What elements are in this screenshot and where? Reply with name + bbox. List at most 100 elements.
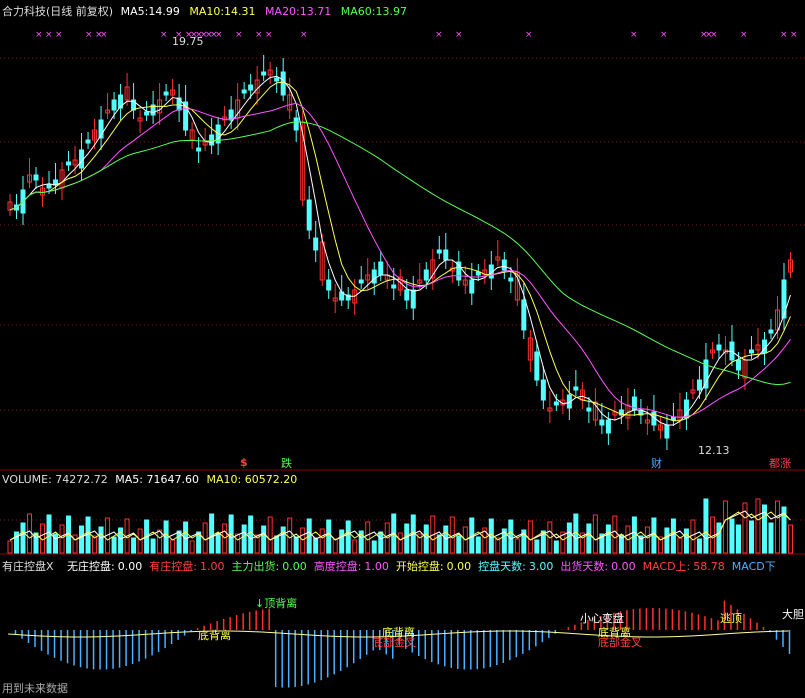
event-x-marker: × bbox=[710, 30, 718, 40]
candle bbox=[410, 289, 416, 309]
volume-ma5-value: 71647.60 bbox=[146, 473, 200, 486]
volume-bar bbox=[703, 498, 709, 554]
event-marker[interactable]: 跌 bbox=[281, 455, 292, 471]
event-x-marker: × bbox=[55, 30, 63, 40]
volume-bar bbox=[274, 535, 280, 554]
signal-label: ↓顶背离 bbox=[255, 597, 298, 610]
volume-ma10-value: 60572.20 bbox=[244, 473, 298, 486]
indicator-field-value: 0.00 bbox=[611, 560, 636, 573]
candle bbox=[670, 416, 676, 421]
volume-bar bbox=[267, 516, 273, 554]
candle bbox=[664, 424, 670, 439]
volume-bar bbox=[690, 519, 696, 554]
volume-bar bbox=[176, 530, 182, 554]
volume-bar bbox=[20, 522, 26, 554]
volume-bar bbox=[189, 540, 195, 554]
candle bbox=[209, 134, 215, 146]
volume-ma10-label: MA10: bbox=[206, 473, 242, 486]
volume-bar bbox=[332, 538, 338, 554]
candle bbox=[261, 71, 267, 76]
volume-bar bbox=[137, 528, 143, 554]
volume-bar bbox=[293, 536, 299, 554]
kline-chart-canvas[interactable]: × × × × ×× × × ××××××× × × × × × × × × × ××× × × × bbox=[0, 0, 805, 698]
event-marker[interactable]: $ bbox=[240, 456, 248, 469]
event-x-marker: × bbox=[215, 30, 223, 40]
volume-bar bbox=[365, 521, 371, 554]
signal-label: 底背离 bbox=[198, 629, 231, 642]
volume-bar bbox=[397, 532, 403, 554]
volume-bar bbox=[79, 525, 85, 554]
candle bbox=[293, 117, 299, 131]
indicator-title[interactable]: 有庄控盘X bbox=[2, 560, 54, 573]
indicator-field-value: 3.00 bbox=[528, 560, 554, 573]
candle bbox=[46, 184, 52, 189]
candle bbox=[573, 386, 579, 391]
indicator-field-value: 0.00 bbox=[282, 560, 307, 573]
candle bbox=[443, 249, 449, 261]
volume-bar bbox=[696, 538, 702, 554]
indicator-field-label: 开始控盘: bbox=[395, 560, 444, 573]
volume-bar bbox=[566, 522, 572, 554]
candle bbox=[391, 284, 397, 289]
moving-average-line bbox=[9, 102, 791, 418]
candle bbox=[196, 147, 202, 152]
signal-label: 底部金叉 bbox=[372, 636, 416, 649]
signal-label: 底部金叉 bbox=[598, 636, 642, 649]
signal-label: 逃顶 bbox=[720, 612, 742, 625]
event-x-marker: × bbox=[160, 30, 168, 40]
signal-label: 大胆 bbox=[782, 608, 804, 621]
volume-bar bbox=[456, 535, 462, 554]
candle bbox=[735, 359, 741, 371]
volume-label: VOLUME: bbox=[2, 473, 52, 486]
volume-bar bbox=[7, 540, 13, 554]
indicator-field-label: 主力出货: bbox=[231, 560, 280, 573]
event-x-marker: × bbox=[630, 30, 638, 40]
volume-bar bbox=[215, 532, 221, 554]
candle bbox=[599, 419, 605, 426]
indicator-field: 高度控盘: 1.00 bbox=[314, 560, 389, 573]
event-x-marker: × bbox=[100, 30, 108, 40]
candle bbox=[404, 289, 410, 301]
volume-bar bbox=[345, 520, 351, 554]
indicator-field-value: 0.00 bbox=[117, 560, 143, 573]
event-marker[interactable]: 财 bbox=[651, 455, 662, 471]
candle bbox=[748, 349, 754, 354]
volume-bar bbox=[59, 524, 65, 554]
candle bbox=[534, 351, 540, 381]
volume-bar bbox=[586, 523, 592, 554]
candle bbox=[469, 279, 475, 294]
candle bbox=[553, 401, 559, 406]
volume-bar bbox=[235, 533, 241, 554]
candle bbox=[716, 344, 722, 351]
volume-header: VOLUME: 74272.72 MA5: 71647.60 MA10: 605… bbox=[2, 473, 297, 486]
volume-bar bbox=[352, 539, 358, 554]
candle bbox=[501, 259, 507, 271]
indicator-field-label: 出货天数: bbox=[560, 560, 609, 573]
indicator-field: 无庄控盘: 0.00 bbox=[67, 560, 142, 573]
event-x-marker: × bbox=[525, 30, 533, 40]
event-x-marker: × bbox=[300, 30, 308, 40]
volume-bar bbox=[664, 527, 670, 554]
volume-value: 74272.72 bbox=[55, 473, 108, 486]
volume-ma5-label: MA5: bbox=[115, 473, 144, 486]
candle bbox=[326, 279, 332, 291]
volume-bar bbox=[209, 513, 215, 554]
candle bbox=[66, 161, 72, 166]
moving-average-line bbox=[9, 75, 791, 426]
indicator-field-value: 0.00 bbox=[446, 560, 472, 573]
candle bbox=[768, 329, 774, 334]
event-x-marker: × bbox=[455, 30, 463, 40]
volume-bar bbox=[534, 539, 540, 554]
event-x-marker: × bbox=[265, 30, 273, 40]
event-marker[interactable]: 都涨 bbox=[769, 455, 791, 471]
volume-bar bbox=[677, 537, 683, 554]
volume-bar bbox=[287, 517, 293, 554]
volume-bar bbox=[592, 514, 598, 554]
volume-bar bbox=[605, 524, 611, 554]
volume-bar bbox=[716, 522, 722, 554]
volume-bar bbox=[423, 524, 429, 554]
candle bbox=[378, 261, 384, 276]
candle bbox=[241, 89, 247, 94]
volume-bar bbox=[131, 537, 137, 554]
candle bbox=[696, 379, 702, 391]
